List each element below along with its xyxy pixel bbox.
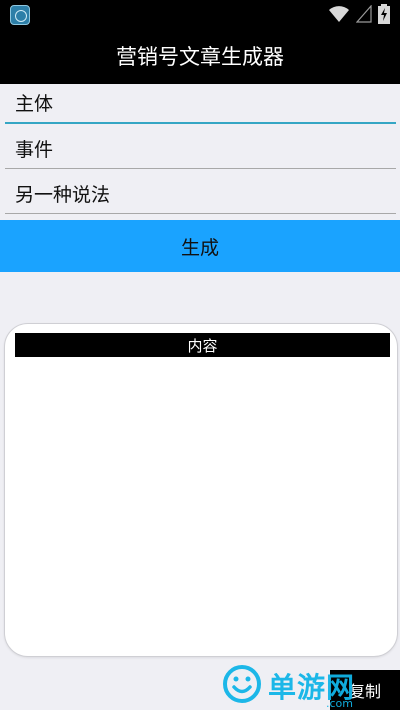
content-output[interactable] bbox=[15, 360, 390, 648]
status-icons bbox=[328, 4, 390, 24]
alternative-phrase-input[interactable]: 另一种说法 bbox=[5, 176, 396, 214]
wifi-icon bbox=[328, 5, 350, 23]
app-screen: 营销号文章生成器 主体 事件 另一种说法 生成 内容 复制 单游网 .com bbox=[0, 0, 400, 710]
app-icon bbox=[10, 5, 30, 25]
content-header: 内容 bbox=[15, 333, 390, 357]
watermark: 单游网 .com bbox=[222, 664, 355, 710]
page-title: 营销号文章生成器 bbox=[116, 45, 284, 69]
event-input[interactable]: 事件 bbox=[5, 131, 396, 169]
content-card: 内容 bbox=[4, 323, 398, 657]
subject-input[interactable]: 主体 bbox=[5, 86, 396, 124]
generate-button[interactable]: 生成 bbox=[0, 220, 400, 272]
watermark-domain: .com bbox=[326, 697, 354, 710]
battery-charging-icon bbox=[378, 4, 390, 24]
status-bar bbox=[0, 0, 400, 28]
signal-icon bbox=[356, 5, 372, 23]
smiley-logo-icon bbox=[222, 664, 262, 708]
title-bar: 营销号文章生成器 bbox=[0, 28, 400, 84]
